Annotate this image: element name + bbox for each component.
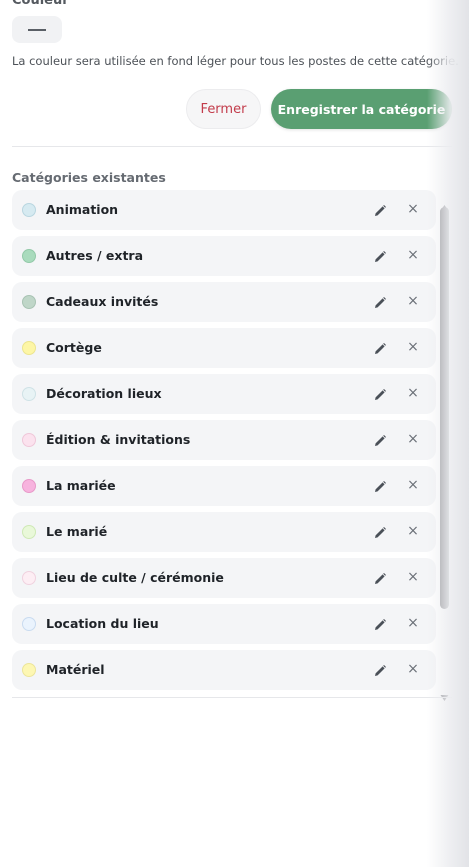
category-name: Lieu de culte / cérémonie bbox=[46, 570, 224, 585]
category-color-dot bbox=[22, 571, 36, 585]
save-category-button[interactable]: Enregistrer la catégorie bbox=[271, 89, 452, 129]
category-name: Décoration lieux bbox=[46, 386, 162, 401]
close-icon[interactable]: × bbox=[406, 201, 420, 217]
pencil-icon[interactable] bbox=[373, 433, 387, 447]
close-icon[interactable]: × bbox=[406, 385, 420, 401]
divider bbox=[12, 146, 452, 147]
existing-categories-title: Catégories existantes bbox=[12, 170, 166, 185]
pencil-icon[interactable] bbox=[373, 387, 387, 401]
category-color-dot bbox=[22, 617, 36, 631]
category-row[interactable]: Lieu de culte / cérémonie × bbox=[12, 558, 436, 598]
empty-color-indicator bbox=[28, 28, 46, 31]
category-color-dot bbox=[22, 341, 36, 355]
category-color-dot bbox=[22, 433, 36, 447]
category-color-dot bbox=[22, 295, 36, 309]
category-color-dot bbox=[22, 663, 36, 677]
category-name: Cadeaux invités bbox=[46, 294, 159, 309]
category-name: Cortège bbox=[46, 340, 102, 355]
close-icon[interactable]: × bbox=[406, 661, 420, 677]
pencil-icon[interactable] bbox=[373, 663, 387, 677]
color-picker-swatch[interactable] bbox=[12, 16, 62, 43]
category-name: Édition & invitations bbox=[46, 432, 191, 447]
category-row[interactable]: Décoration lieux × bbox=[12, 374, 436, 414]
close-icon[interactable]: × bbox=[406, 615, 420, 631]
close-icon[interactable]: × bbox=[406, 431, 420, 447]
category-row[interactable]: Animation × bbox=[12, 190, 436, 230]
pencil-icon[interactable] bbox=[373, 341, 387, 355]
color-help-text: La couleur sera utilisée en fond léger p… bbox=[12, 54, 459, 68]
color-label: Couleur bbox=[12, 0, 69, 8]
category-row[interactable]: La mariée × bbox=[12, 466, 436, 506]
close-icon[interactable]: × bbox=[406, 569, 420, 585]
category-name: Matériel bbox=[46, 662, 105, 677]
category-color-dot bbox=[22, 249, 36, 263]
category-name: Location du lieu bbox=[46, 616, 159, 631]
category-row[interactable]: Le marié × bbox=[12, 512, 436, 552]
category-name: Le marié bbox=[46, 524, 108, 539]
category-row[interactable]: Édition & invitations × bbox=[12, 420, 436, 460]
pencil-icon[interactable] bbox=[373, 571, 387, 585]
category-row[interactable]: Location du lieu × bbox=[12, 604, 436, 644]
divider bbox=[12, 697, 452, 698]
close-icon[interactable]: × bbox=[406, 293, 420, 309]
category-row[interactable]: Cortège × bbox=[12, 328, 436, 368]
category-name: Autres / extra bbox=[46, 248, 144, 263]
category-list: Animation × Autres / extra × Cadeaux invités… bbox=[12, 190, 436, 696]
pencil-icon[interactable] bbox=[373, 203, 387, 217]
scrollbar-track[interactable] bbox=[440, 207, 449, 609]
scroll-up-arrow[interactable] bbox=[440, 197, 449, 211]
category-row[interactable]: Autres / extra × bbox=[12, 236, 436, 276]
close-button[interactable]: Fermer bbox=[186, 89, 261, 129]
pencil-icon[interactable] bbox=[373, 295, 387, 309]
pencil-icon[interactable] bbox=[373, 617, 387, 631]
category-row[interactable]: Matériel × bbox=[12, 650, 436, 690]
pencil-icon[interactable] bbox=[373, 479, 387, 493]
scroll-down-arrow[interactable] bbox=[440, 687, 449, 701]
category-name: La mariée bbox=[46, 478, 116, 493]
close-icon[interactable]: × bbox=[406, 523, 420, 539]
scrollbar-thumb[interactable] bbox=[440, 207, 449, 609]
category-color-dot bbox=[22, 203, 36, 217]
category-color-dot bbox=[22, 525, 36, 539]
close-icon[interactable]: × bbox=[406, 339, 420, 355]
pencil-icon[interactable] bbox=[373, 525, 387, 539]
category-color-dot bbox=[22, 479, 36, 493]
close-icon[interactable]: × bbox=[406, 477, 420, 493]
category-row[interactable]: Cadeaux invités × bbox=[12, 282, 436, 322]
category-color-dot bbox=[22, 387, 36, 401]
pencil-icon[interactable] bbox=[373, 249, 387, 263]
close-icon[interactable]: × bbox=[406, 247, 420, 263]
category-name: Animation bbox=[46, 202, 119, 217]
